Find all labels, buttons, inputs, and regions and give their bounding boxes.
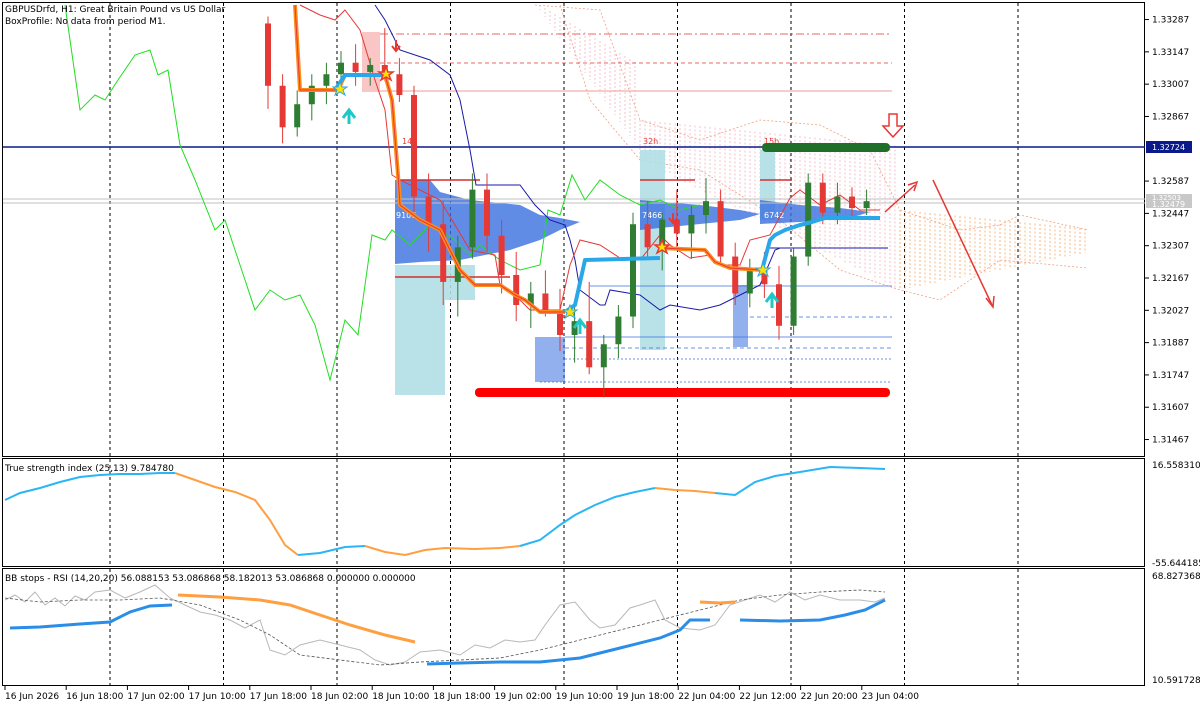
candle-body <box>717 201 724 257</box>
candle-body <box>790 256 797 326</box>
tsi-plot-frame <box>2 458 1145 567</box>
candle-body <box>615 316 622 345</box>
candle-body <box>294 104 301 128</box>
price-tick-label: 1.32307 <box>1152 242 1189 252</box>
bid-ask-tag: 1.32503 1.32479 <box>1146 194 1192 209</box>
rsi-stop-orange-2 <box>699 600 736 605</box>
time-tick-label: 16 Jun 18:00 <box>66 692 123 702</box>
candle-body <box>586 321 593 368</box>
price-tick-label: 1.31887 <box>1152 339 1189 349</box>
bid-price-value: 1.32479 <box>1152 200 1185 209</box>
candle-body <box>834 196 841 213</box>
candle-body <box>644 224 651 248</box>
current-price-value: 1.32724 <box>1152 143 1185 152</box>
candle-body <box>776 284 782 326</box>
candle-body <box>513 275 520 305</box>
candle-body <box>411 95 417 197</box>
candle-body <box>688 215 695 234</box>
tsi-max-label: 16.558310 <box>1152 461 1200 471</box>
price-tick-label: 1.32447 <box>1152 209 1189 219</box>
boxprofile-status: BoxProfile: No data from period M1. <box>5 17 166 27</box>
time-tick-label: 17 Jun 18:00 <box>250 692 307 702</box>
time-tick-label: 22 Jun 20:00 <box>801 692 858 702</box>
price-tick-label: 1.31467 <box>1152 436 1189 446</box>
tsi-min-label: -55.644185 <box>1152 559 1200 569</box>
price-tick-label: 1.32587 <box>1152 177 1189 187</box>
candle-body <box>732 256 739 294</box>
profile-2-value: 7466 <box>642 211 662 220</box>
candle-body <box>323 74 330 86</box>
time-axis: 16 Jun 2026 16 Jun 18:00 17 Jun 02:00 17 Ju… <box>4 686 919 702</box>
candle-body <box>367 65 374 72</box>
price-tick-label: 1.33287 <box>1152 16 1189 26</box>
candle-body <box>819 182 826 213</box>
rsi-min-label: 10.591728 <box>1152 676 1200 686</box>
candle-body <box>557 311 563 335</box>
time-tick-label: 19 Jun 10:00 <box>556 692 613 702</box>
price-tick-label: 1.32867 <box>1152 112 1189 122</box>
candle-body <box>352 62 359 72</box>
price-tick-label: 1.32027 <box>1152 306 1189 316</box>
price-axis: 1.33287 1.33147 1.33007 1.32867 1.32587 1.324… <box>1145 16 1189 446</box>
time-tick-label: 18 Jun 10:00 <box>372 692 429 702</box>
profile-1-light-bar <box>395 300 445 395</box>
profile-3-value: 6742 <box>764 211 784 220</box>
candle-body <box>703 201 709 215</box>
candle-body <box>469 189 476 248</box>
time-tick-label: 19 Jun 18:00 <box>617 692 674 702</box>
price-tick-label: 1.33007 <box>1152 80 1189 90</box>
candle-body <box>849 196 855 209</box>
time-tick-label: 17 Jun 02:00 <box>127 692 184 702</box>
price-tick-label: 1.31747 <box>1152 371 1189 381</box>
chart-title: GBPUSDrfd, H1: Great Britain Pound vs US… <box>5 5 225 15</box>
time-tick-label: 16 Jun 2026 <box>5 692 59 702</box>
trading-chart[interactable]: 9106 14h 7466 32h 6742 15h GBPUSDrfd, H1… <box>0 0 1200 707</box>
rsi-max-label: 68.827368 <box>1152 572 1200 582</box>
candle-body <box>484 189 490 236</box>
tsi-title: True strength index (25,13) 9.784780 <box>4 464 174 474</box>
candle-body <box>425 196 432 225</box>
candle-body <box>630 224 636 317</box>
time-tick-label: 23 Jun 04:00 <box>862 692 919 702</box>
current-price-tag: 1.32724 <box>1146 141 1192 153</box>
candle-body <box>542 293 549 312</box>
time-tick-label: 18 Jun 18:00 <box>433 692 490 702</box>
candle-body <box>265 23 271 86</box>
profile-2-hours: 32h <box>643 137 658 146</box>
candle-body <box>338 62 344 75</box>
candle-body <box>805 182 812 257</box>
price-tick-label: 1.31607 <box>1152 403 1189 413</box>
resistance-bar-green <box>762 143 890 152</box>
candle-body <box>746 270 753 294</box>
rsi-title: BB stops - RSI (14,20,20) 56.088153 53.0… <box>5 574 416 584</box>
candle-body <box>396 74 403 95</box>
support-bar-red <box>475 388 890 397</box>
candle-body <box>863 201 870 209</box>
candle-body <box>498 235 505 275</box>
candle-body <box>279 85 286 128</box>
time-tick-label: 22 Jun 04:00 <box>678 692 735 702</box>
time-tick-label: 18 Jun 02:00 <box>311 692 368 702</box>
box-pink-range <box>362 32 380 92</box>
time-tick-label: 19 Jun 02:00 <box>495 692 552 702</box>
price-tick-label: 1.32167 <box>1152 274 1189 284</box>
time-tick-label: 22 Jun 12:00 <box>739 692 796 702</box>
rsi-plot-frame <box>2 568 1145 686</box>
candle-body <box>600 344 607 368</box>
time-tick-label: 17 Jun 10:00 <box>189 692 246 702</box>
price-tick-label: 1.33147 <box>1152 48 1189 58</box>
